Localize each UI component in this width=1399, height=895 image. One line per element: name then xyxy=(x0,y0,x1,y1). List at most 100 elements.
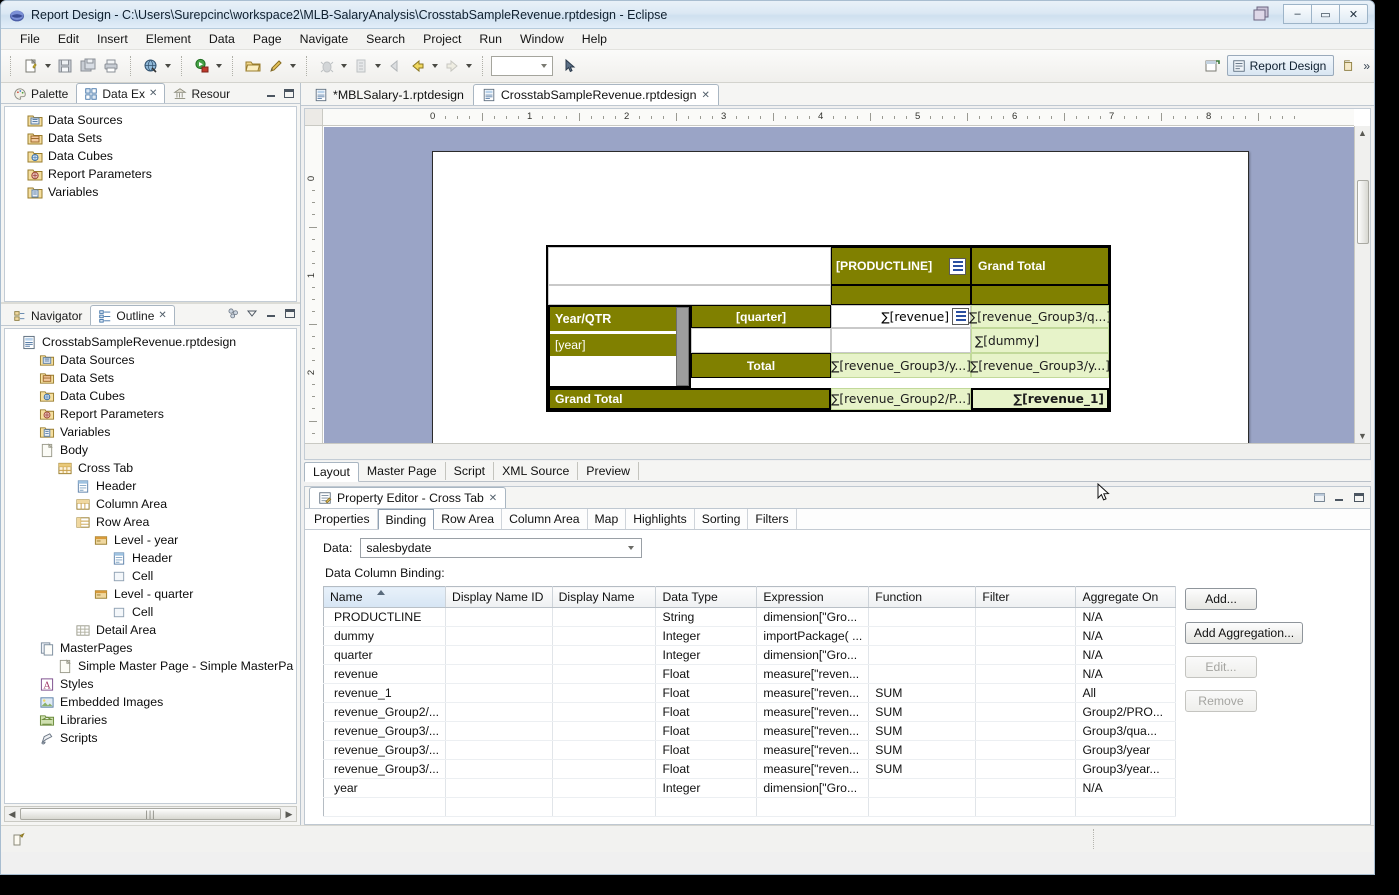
outline-item-masterpages[interactable]: MasterPages xyxy=(13,639,296,657)
crosstab-column-subheader-cell[interactable] xyxy=(831,285,971,305)
editor-tab-crosstabsample[interactable]: CrosstabSampleRevenue.rptdesign ✕ xyxy=(473,84,719,105)
column-header-aggregate-on[interactable]: Aggregate On xyxy=(1076,587,1176,608)
column-header-data-type[interactable]: Data Type xyxy=(656,587,757,608)
run-report-icon[interactable] xyxy=(190,55,213,78)
maximize-icon[interactable] xyxy=(283,306,297,320)
table-row[interactable]: revenueFloatmeasure["reven...N/A xyxy=(324,665,1176,684)
tab-outline[interactable]: Outline ✕ xyxy=(90,305,174,325)
add-aggregation-button[interactable]: Add Aggregation... xyxy=(1185,622,1303,644)
menu-search[interactable]: Search xyxy=(357,30,414,48)
maximize-icon[interactable] xyxy=(1352,490,1366,504)
maximize-icon[interactable] xyxy=(282,86,296,100)
select-tool-icon[interactable] xyxy=(558,55,581,78)
outline-item-body[interactable]: Body xyxy=(13,441,296,459)
crosstab-dummy-cell[interactable]: ∑[dummy] xyxy=(971,328,1109,353)
subtab-filters[interactable]: Filters xyxy=(748,509,796,529)
back-arrow-icon[interactable] xyxy=(406,55,429,78)
outline-item-header[interactable]: Header xyxy=(13,549,296,567)
table-row[interactable]: revenue_Group3/...Floatmeasure["reven...… xyxy=(324,741,1176,760)
tab-layout[interactable]: Layout xyxy=(304,462,359,482)
minimize-icon[interactable] xyxy=(264,306,278,320)
outline-item-libraries[interactable]: Libraries xyxy=(13,711,296,729)
chevron-down-icon[interactable] xyxy=(623,540,639,556)
preview-dropdown-icon[interactable] xyxy=(162,55,173,77)
subtab-column-area[interactable]: Column Area xyxy=(502,509,587,529)
tab-data-explorer[interactable]: Data Ex ✕ xyxy=(76,83,165,103)
back-history-icon[interactable] xyxy=(383,55,406,78)
outline-item-cross-tab[interactable]: Cross Tab xyxy=(13,459,296,477)
edit-dropdown-icon[interactable] xyxy=(287,55,298,77)
report-page[interactable]: [PRODUCTLINE] Grand Total xyxy=(432,151,1249,443)
crosstab-element[interactable]: [PRODUCTLINE] Grand Total xyxy=(546,245,1111,412)
forward-dropdown-icon[interactable] xyxy=(463,55,474,77)
row-header-scroll-nub[interactable] xyxy=(676,307,689,386)
table-row[interactable]: quarterIntegerdimension["Gro...N/A xyxy=(324,646,1176,665)
measure-handle-icon[interactable] xyxy=(952,308,969,325)
outline-item-level-quarter[interactable]: Level - quarter xyxy=(13,585,296,603)
run-dropdown-icon[interactable] xyxy=(213,55,224,77)
minimize-button[interactable]: – xyxy=(1283,4,1312,24)
subtab-sorting[interactable]: Sorting xyxy=(695,509,749,529)
style-combo[interactable] xyxy=(491,56,553,76)
perspective-report-design[interactable]: Report Design xyxy=(1227,55,1335,76)
close-icon[interactable]: ✕ xyxy=(489,493,497,504)
row-header-title-cell[interactable]: Year/QTR xyxy=(550,307,676,331)
add-button[interactable]: Add... xyxy=(1185,588,1257,610)
open-folder-icon[interactable] xyxy=(241,55,264,78)
design-horizontal-scrollbar[interactable] xyxy=(305,443,1370,459)
open-perspective-icon[interactable] xyxy=(1201,54,1224,77)
perspective-switch-icon[interactable] xyxy=(1337,54,1360,77)
print-icon[interactable] xyxy=(99,55,122,78)
restore-icon[interactable] xyxy=(1250,4,1276,24)
tab-master-page[interactable]: Master Page xyxy=(359,462,446,480)
restore-view-icon[interactable] xyxy=(1312,490,1326,504)
menu-run[interactable]: Run xyxy=(470,30,511,48)
crosstab-row-total-cell[interactable]: Total xyxy=(691,353,831,378)
maximize-button[interactable]: ▭ xyxy=(1311,4,1340,24)
menu-help[interactable]: Help xyxy=(573,30,616,48)
crosstab-blank-cell[interactable] xyxy=(691,328,831,353)
subtab-row-area[interactable]: Row Area xyxy=(434,509,502,529)
scroll-right-icon[interactable]: ▶ xyxy=(282,809,296,820)
new-icon[interactable] xyxy=(19,55,42,78)
debug-dropdown-icon[interactable] xyxy=(338,55,349,77)
table-row[interactable]: PRODUCTLINEStringdimension["Gro...N/A xyxy=(324,608,1176,627)
menu-window[interactable]: Window xyxy=(511,30,573,48)
subtab-properties[interactable]: Properties xyxy=(307,509,378,529)
close-icon[interactable]: ✕ xyxy=(701,90,709,101)
outline-item-scripts[interactable]: Scripts xyxy=(13,729,296,747)
edit-button[interactable]: Edit... xyxy=(1185,656,1257,678)
table-row[interactable]: revenue_Group3/...Floatmeasure["reven...… xyxy=(324,760,1176,779)
outline-item-crosstabsamplerevenue-rptdesign[interactable]: CrosstabSampleRevenue.rptdesign xyxy=(13,333,296,351)
tree-item-data-cubes[interactable]: Data Cubes xyxy=(27,147,296,165)
menu-project[interactable]: Project xyxy=(414,30,470,48)
preview-web-icon[interactable] xyxy=(139,55,162,78)
table-row[interactable]: revenue_Group2/...Floatmeasure["reven...… xyxy=(324,703,1176,722)
crosstab-colgt-year-cell[interactable]: ∑[revenue_Group3/y...] xyxy=(971,353,1109,378)
outline-tree[interactable]: CrosstabSampleRevenue.rptdesignData Sour… xyxy=(4,328,297,804)
outline-item-styles[interactable]: AStyles xyxy=(13,675,296,693)
outline-item-variables[interactable]: Variables xyxy=(13,423,296,441)
scroll-thumb[interactable] xyxy=(1357,180,1369,244)
new-dropdown-icon[interactable] xyxy=(42,55,53,77)
crosstab-row-header-group[interactable]: Year/QTR [year] xyxy=(548,305,691,388)
menu-insert[interactable]: Insert xyxy=(88,30,137,48)
menu-data[interactable]: Data xyxy=(200,30,244,48)
menu-chevron-down-icon[interactable] xyxy=(245,306,259,320)
tree-item-report-parameters[interactable]: Report Parameters xyxy=(27,165,296,183)
column-header-filter[interactable]: Filter xyxy=(976,587,1076,608)
editor-tab-mblsalary[interactable]: *MBLSalary-1.rptdesign xyxy=(305,84,473,105)
minimize-icon[interactable] xyxy=(264,86,278,100)
crosstab-column-grand-total-cell[interactable]: Grand Total xyxy=(971,247,1109,285)
back-dropdown-icon[interactable] xyxy=(429,55,440,77)
tab-xml-source[interactable]: XML Source xyxy=(494,462,578,480)
design-canvas-surface[interactable]: [PRODUCTLINE] Grand Total xyxy=(324,127,1354,443)
save-all-icon[interactable] xyxy=(76,55,99,78)
remove-button[interactable]: Remove xyxy=(1185,690,1257,712)
column-header-name[interactable]: Name xyxy=(324,587,446,608)
report-design-canvas[interactable]: 012345678 0123 [PRODUCTLINE] xyxy=(304,108,1371,460)
table-row[interactable]: revenue_1Floatmeasure["reven...SUMAll xyxy=(324,684,1176,703)
tab-resource[interactable]: Resour xyxy=(165,83,238,103)
crosstab-blank-cell[interactable] xyxy=(831,328,971,353)
close-button[interactable]: ✕ xyxy=(1339,4,1368,24)
